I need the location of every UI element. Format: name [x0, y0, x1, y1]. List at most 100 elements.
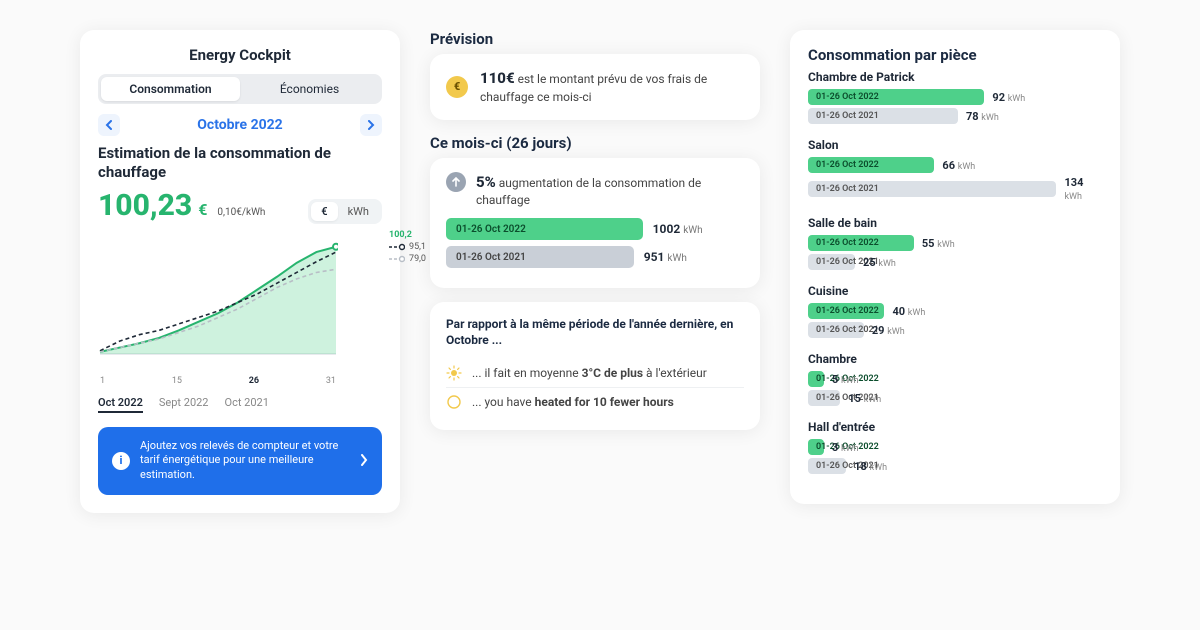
chart-svg	[98, 230, 338, 370]
unit-euro[interactable]: €	[311, 202, 337, 221]
compare-hours-text: ... you have heated for 10 fewer hours	[472, 395, 674, 409]
rate-label: 0,10€/kWh	[217, 207, 265, 218]
euro-icon: €	[446, 76, 468, 98]
compare-temp-row: ... il fait en moyenne 3°C de plus à l'e…	[446, 359, 744, 387]
chevron-right-icon	[360, 451, 368, 470]
room-bar-current: 01-26 Oct 2022 66 kWh	[808, 157, 1102, 173]
room-name: Hall d'entrée	[808, 420, 1102, 434]
legend-prev: 95,1	[409, 242, 426, 252]
room-name: Chambre	[808, 352, 1102, 366]
room-bar-current: 01-26 Oct 2022 5 kWh	[808, 371, 1102, 387]
room-value-current: 5 kWh	[832, 373, 859, 386]
room-bar-prev: 01-26 Oct 2021 29 kWh	[808, 322, 1102, 338]
room-bar-label: 01-26 Oct 2022	[808, 371, 824, 387]
room-value-prev: 78 kWh	[966, 110, 999, 123]
bar-label: 01-26 Oct 2021	[446, 246, 634, 268]
room-bar-label: 01-26 Oct 2022	[808, 439, 824, 455]
room-value-prev: 29 kWh	[872, 324, 905, 337]
room-block: Salle de bain 01-26 Oct 2022 55 kWh 01-2…	[808, 216, 1102, 270]
period-tab-oct22[interactable]: Oct 2022	[98, 396, 143, 413]
segmented-control: Consommation Économies	[98, 74, 382, 104]
sun-icon	[446, 365, 462, 381]
room-value-current: 40 kWh	[892, 305, 925, 318]
tab-economies[interactable]: Économies	[240, 77, 379, 101]
room-bar-label: 01-26 Oct 2021	[808, 322, 864, 338]
room-value-current: 3 kWh	[832, 441, 859, 454]
room-bar-current: 01-26 Oct 2022 40 kWh	[808, 303, 1102, 319]
room-bar-label: 01-26 Oct 2022	[808, 89, 984, 105]
room-block: Cuisine 01-26 Oct 2022 40 kWh 01-26 Oct …	[808, 284, 1102, 338]
room-bar-label: 01-26 Oct 2021	[808, 458, 846, 474]
thismonth-title: Ce mois-ci (26 jours)	[430, 134, 760, 152]
room-bar-prev: 01-26 Oct 2021 15 kWh	[808, 390, 1102, 406]
bar-label: 01-26 Oct 2022	[446, 218, 643, 240]
period-tab-sept22[interactable]: Sept 2022	[159, 396, 209, 413]
room-block: Salon 01-26 Oct 2022 66 kWh 01-26 Oct 20…	[808, 138, 1102, 202]
forecast-text: 110€ est le montant prévu de vos frais d…	[480, 68, 744, 106]
comparison-bar: 01-26 Oct 20221002 kWh	[446, 218, 744, 240]
info-banner[interactable]: i Ajoutez vos relevés de compteur et vot…	[98, 427, 382, 496]
forecast-suffix: est le montant prévu de vos frais de cha…	[480, 72, 707, 104]
next-month-button[interactable]	[360, 114, 382, 136]
room-bar-label: 01-26 Oct 2022	[808, 303, 884, 319]
room-block: Chambre de Patrick 01-26 Oct 2022 92 kWh…	[808, 70, 1102, 124]
room-value-prev: 134 kWh	[1064, 176, 1102, 202]
prev-month-button[interactable]	[98, 114, 120, 136]
currency-symbol: €	[198, 200, 207, 219]
consumption-chart: 1152631 100,2 95,1 79,0	[98, 230, 382, 386]
compare-heading: Par rapport à la même période de l'année…	[446, 316, 744, 348]
room-bar-prev: 01-26 Oct 2021 18 kWh	[808, 458, 1102, 474]
unit-kwh[interactable]: kWh	[338, 202, 379, 221]
room-name: Chambre de Patrick	[808, 70, 1102, 84]
room-bar-label: 01-26 Oct 2022	[808, 157, 934, 173]
forecast-title: Prévision	[430, 30, 760, 48]
chart-legend: 100,2 95,1 79,0	[389, 230, 426, 264]
room-value-current: 66 kWh	[942, 159, 975, 172]
room-value-current: 55 kWh	[922, 237, 955, 250]
room-bar-prev: 01-26 Oct 2021 78 kWh	[808, 108, 1102, 124]
room-bar-current: 01-26 Oct 2022 92 kWh	[808, 89, 1102, 105]
increase-pct: 5%	[476, 173, 496, 191]
month-navigator: Octobre 2022	[98, 114, 382, 136]
thismonth-card: 5% augmentation de la consommation de ch…	[430, 158, 760, 288]
rooms-card: Consommation par pièce Chambre de Patric…	[790, 30, 1120, 504]
room-bar-label: 01-26 Oct 2021	[808, 181, 1056, 197]
room-bar-prev: 01-26 Oct 2021 134 kWh	[808, 176, 1102, 202]
room-bar-label: 01-26 Oct 2021	[808, 390, 840, 406]
room-block: Chambre 01-26 Oct 2022 5 kWh 01-26 Oct 2…	[808, 352, 1102, 406]
room-value-current: 92 kWh	[992, 91, 1025, 104]
thismonth-section: Ce mois-ci (26 jours) 5% augmentation de…	[430, 134, 760, 288]
moon-icon	[446, 394, 462, 410]
room-value-prev: 15 kWh	[848, 392, 881, 405]
middle-column: Prévision € 110€ est le montant prévu de…	[430, 30, 760, 430]
forecast-card: € 110€ est le montant prévu de vos frais…	[430, 54, 760, 120]
unit-switch: € kWh	[308, 199, 382, 224]
rooms-title: Consommation par pièce	[808, 46, 1102, 64]
room-bar-label: 01-26 Oct 2021	[808, 254, 855, 270]
estimate-amount: 100,23	[98, 188, 192, 223]
page-title: Energy Cockpit	[98, 46, 382, 64]
info-icon: i	[112, 452, 130, 470]
arrow-up-icon	[446, 172, 466, 192]
bar-value: 951 kWh	[644, 250, 687, 264]
room-name: Salle de bain	[808, 216, 1102, 230]
period-tab-oct21[interactable]: Oct 2021	[225, 396, 269, 413]
month-label: Octobre 2022	[197, 117, 282, 133]
cockpit-card: Energy Cockpit Consommation Économies Oc…	[80, 30, 400, 513]
room-bar-label: 01-26 Oct 2022	[808, 235, 914, 251]
room-name: Cuisine	[808, 284, 1102, 298]
increase-row: 5% augmentation de la consommation de ch…	[446, 172, 744, 208]
compare-temp-text: ... il fait en moyenne 3°C de plus à l'e…	[472, 366, 707, 380]
room-bar-current: 01-26 Oct 2022 55 kWh	[808, 235, 1102, 251]
tab-consommation[interactable]: Consommation	[101, 77, 240, 101]
room-value-prev: 25 kWh	[863, 256, 896, 269]
comparison-bar: 01-26 Oct 2021 951 kWh	[446, 246, 744, 268]
forecast-amount: 110€	[480, 69, 515, 87]
compare-hours-row: ... you have heated for 10 fewer hours	[446, 387, 744, 416]
room-block: Hall d'entrée 01-26 Oct 2022 3 kWh 01-26…	[808, 420, 1102, 474]
period-tabs: Oct 2022 Sept 2022 Oct 2021	[98, 396, 338, 413]
room-bar-current: 01-26 Oct 2022 3 kWh	[808, 439, 1102, 455]
legend-lastyear: 79,0	[409, 254, 426, 264]
room-bar-label: 01-26 Oct 2021	[808, 108, 958, 124]
increase-desc: augmentation de la consommation de chauf…	[476, 176, 701, 207]
